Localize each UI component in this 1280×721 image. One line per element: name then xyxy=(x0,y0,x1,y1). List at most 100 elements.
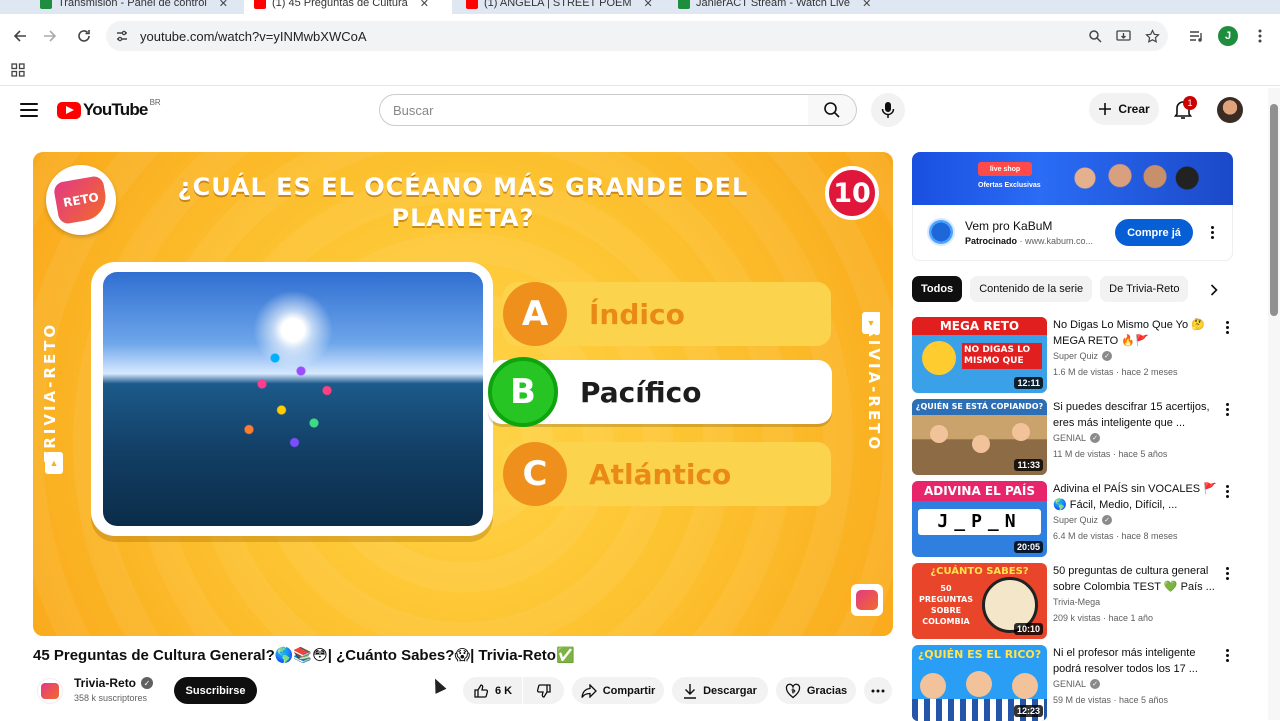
ad-subtitle: Patrocinado · www.kabum.co... xyxy=(965,236,1094,246)
youtube-play-icon xyxy=(57,101,81,119)
channel-text: Trivia-Mega xyxy=(1053,597,1101,607)
browser-tab[interactable]: JanlerACT Stream - Watch Live ✕ xyxy=(668,0,880,14)
close-tab-icon[interactable]: ✕ xyxy=(862,0,871,10)
channel-text: Super Quiz xyxy=(1053,351,1099,361)
video-thumbnail[interactable]: ¿QUIÉN ES EL RICO? 12:23 xyxy=(912,645,1047,721)
notification-badge: 1 xyxy=(1183,96,1197,110)
verified-icon: ✓ xyxy=(1102,351,1113,361)
chip-series[interactable]: Contenido de la serie xyxy=(970,276,1093,302)
ocean-photo xyxy=(103,272,483,526)
tab-label: JanlerACT Stream - Watch Live xyxy=(696,0,851,9)
browser-tab[interactable]: Transmisión - Panel de control ✕ xyxy=(30,0,240,14)
like-button[interactable]: 6 K xyxy=(463,677,522,704)
ad-banner-image[interactable]: live shop Ofertas Exclusivas xyxy=(912,152,1233,205)
recommended-video[interactable]: ¿QUIÉN ES EL RICO? 12:23 Ni el profesor … xyxy=(912,645,1242,721)
video-duration: 12:11 xyxy=(1014,377,1043,389)
answer-text: Atlántico xyxy=(589,457,732,491)
browser-tab-strip: Transmisión - Panel de control ✕ (1) 45 … xyxy=(0,0,1280,14)
search-icon xyxy=(824,102,840,118)
browser-menu-icon[interactable] xyxy=(1250,26,1270,46)
youtube-logo[interactable]: YouTube BR xyxy=(57,98,161,120)
chevron-right-icon[interactable] xyxy=(1203,280,1225,300)
recommended-video[interactable]: ¿QUIÉN SE ESTÁ COPIANDO? 11:33 Si puedes… xyxy=(912,399,1242,475)
video-title: No Digas Lo Mismo Que Yo 🤔 MEGA RETO 🔥🚩 xyxy=(1053,319,1205,347)
search-button[interactable] xyxy=(808,94,857,126)
bookmark-star-icon[interactable] xyxy=(1142,26,1162,46)
subscriber-count: 358 k suscriptores xyxy=(74,693,148,703)
chip-channel[interactable]: De Trivia-Reto xyxy=(1100,276,1189,302)
video-duration: 11:33 xyxy=(1014,459,1043,471)
video-meta: 59 M de vistas · hace 5 años xyxy=(1053,695,1169,705)
recommended-video[interactable]: ADIVINA EL PAÍS J_P_N 20:05 Adivina el P… xyxy=(912,481,1242,557)
url-text: youtube.com/watch?v=yINMwbXWCoA xyxy=(140,28,367,44)
video-menu-icon[interactable] xyxy=(1220,645,1234,665)
ad-menu-icon[interactable] xyxy=(1205,222,1219,242)
thumbnail-subtext: 50 PREGUNTAS SOBRE COLOMBIA xyxy=(918,584,974,626)
install-app-icon[interactable] xyxy=(1113,26,1133,46)
video-duration: 12:23 xyxy=(1013,705,1043,717)
logo-text: YouTube xyxy=(83,100,148,119)
profile-avatar[interactable]: J xyxy=(1218,26,1238,46)
channel-name[interactable]: Trivia-Reto ✓ xyxy=(74,676,154,690)
video-thumbnail[interactable]: ¿CUÁNTO SABES? 50 PREGUNTAS SOBRE COLOMB… xyxy=(912,563,1047,639)
back-icon[interactable] xyxy=(8,24,32,48)
address-bar[interactable]: youtube.com/watch?v=yINMwbXWCoA xyxy=(106,21,1168,51)
recommended-video[interactable]: MEGA RETO NO DIGAS LO MISMO QUE 12:11 No… xyxy=(912,317,1242,393)
answer-option-a: A Índico xyxy=(503,282,831,346)
create-label: Crear xyxy=(1118,102,1150,116)
answer-letter: B xyxy=(488,357,558,427)
video-meta: 1.6 M de vistas · hace 2 meses xyxy=(1053,367,1178,377)
chip-all[interactable]: Todos xyxy=(912,276,963,302)
answer-letter: C xyxy=(503,442,567,506)
browser-tab-active[interactable]: (1) 45 Preguntas de Cultura ✕ xyxy=(244,0,452,14)
quiz-question: ¿CUÁL ES EL OCÉANO MÁS GRANDE DEL PLANET… xyxy=(177,173,749,232)
voice-search-button[interactable] xyxy=(871,93,905,127)
scrollbar-thumb[interactable] xyxy=(1270,104,1278,316)
thumbnail-text: ADIVINA EL PAÍS xyxy=(923,484,1036,498)
recommended-video[interactable]: ¿CUÁNTO SABES? 50 PREGUNTAS SOBRE COLOMB… xyxy=(912,563,1242,639)
video-thumbnail[interactable]: MEGA RETO NO DIGAS LO MISMO QUE 12:11 xyxy=(912,317,1047,393)
video-thumbnail[interactable]: ¿QUIÉN SE ESTÁ COPIANDO? 11:33 xyxy=(912,399,1047,475)
media-control-icon[interactable] xyxy=(1186,26,1206,46)
thanks-button[interactable]: Gracias xyxy=(776,677,856,704)
search-input[interactable]: Buscar xyxy=(379,94,809,126)
video-channel: GENIAL ✓ xyxy=(1053,433,1101,443)
video-thumbnail[interactable]: ADIVINA EL PAÍS J_P_N 20:05 xyxy=(912,481,1047,557)
apps-grid-icon[interactable] xyxy=(11,63,25,82)
bookmarks-bar xyxy=(0,58,1280,86)
download-button[interactable]: Descargar xyxy=(672,677,768,704)
confetti xyxy=(223,332,353,462)
ad-shop-badge: live shop xyxy=(978,162,1032,176)
zoom-icon[interactable] xyxy=(1085,26,1105,46)
browser-tab[interactable]: (1) ANGELA | STREET POEM ✕ xyxy=(456,0,668,14)
create-button[interactable]: Crear xyxy=(1089,93,1159,125)
plus-icon xyxy=(1099,103,1112,115)
arrow-up-icon: ▲ xyxy=(45,452,63,474)
user-avatar[interactable] xyxy=(1217,97,1243,123)
ad-cta-button[interactable]: Compre já xyxy=(1115,219,1193,246)
close-tab-icon[interactable]: ✕ xyxy=(420,0,429,10)
close-tab-icon[interactable]: ✕ xyxy=(644,0,653,10)
channel-avatar[interactable] xyxy=(37,678,63,704)
menu-icon[interactable] xyxy=(18,100,40,120)
more-actions-button[interactable] xyxy=(864,677,892,704)
video-menu-icon[interactable] xyxy=(1220,481,1234,501)
video-menu-icon[interactable] xyxy=(1220,399,1234,419)
share-button[interactable]: Compartir xyxy=(572,677,664,704)
forward-icon[interactable] xyxy=(38,24,62,48)
video-menu-icon[interactable] xyxy=(1220,317,1234,337)
reload-icon[interactable] xyxy=(72,24,96,48)
ad-info[interactable]: Vem pro KaBuM Patrocinado · www.kabum.co… xyxy=(912,205,1233,261)
thumbnail-text: ¿QUIÉN ES EL RICO? xyxy=(917,648,1042,661)
youtube-header: YouTube BR Buscar Crear 1 xyxy=(0,88,1268,132)
video-player[interactable]: RETO ¿CUÁL ES EL OCÉANO MÁS GRANDE DEL P… xyxy=(33,152,893,636)
video-menu-icon[interactable] xyxy=(1220,563,1234,583)
channel-name-text[interactable]: Trivia-Reto xyxy=(74,676,136,690)
video-channel: Trivia-Mega xyxy=(1053,597,1100,607)
site-info-icon[interactable] xyxy=(114,28,130,44)
dislike-button[interactable] xyxy=(523,677,564,704)
thumbnail-text: ¿QUIÉN SE ESTÁ COPIANDO? xyxy=(915,402,1044,411)
close-tab-icon[interactable]: ✕ xyxy=(219,0,228,10)
subscribe-button[interactable]: Suscribirse xyxy=(174,677,257,704)
ad-people-image xyxy=(1064,156,1204,205)
